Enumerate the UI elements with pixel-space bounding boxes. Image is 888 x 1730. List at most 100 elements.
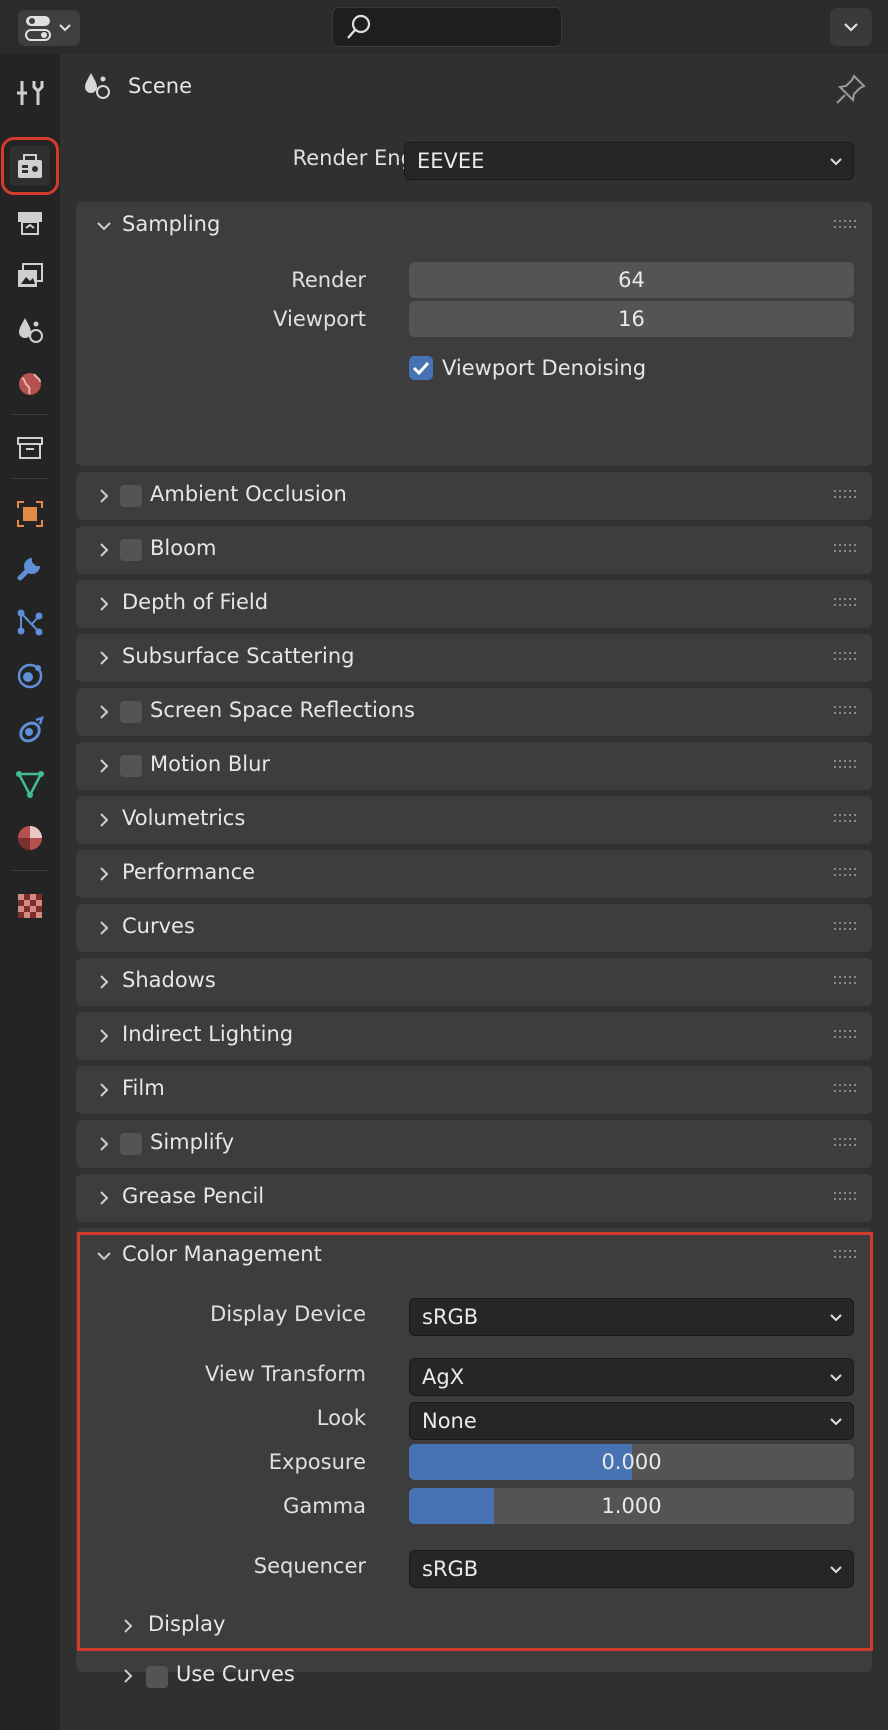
use-curves-subpanel-title[interactable]: Use Curves: [176, 1662, 295, 1686]
panel-title[interactable]: Depth of Field: [122, 590, 268, 614]
tab-scene[interactable]: [10, 310, 50, 350]
panel-title[interactable]: Subsurface Scattering: [122, 644, 355, 668]
tab-particles[interactable]: [10, 602, 50, 642]
drag-grip-icon[interactable]: [834, 976, 856, 986]
viewport-denoising-checkbox[interactable]: [409, 356, 433, 380]
output-printer-icon: [18, 212, 42, 235]
chevron-right-icon[interactable]: [96, 812, 112, 828]
object-icon: [17, 501, 43, 527]
panel-title[interactable]: Simplify: [150, 1130, 234, 1154]
tab-tool[interactable]: [10, 72, 50, 112]
chevron-right-icon[interactable]: [96, 1082, 112, 1098]
viewport-denoising-label[interactable]: Viewport Denoising: [442, 356, 646, 380]
options-dropdown-button[interactable]: [830, 8, 872, 46]
performance-panel[interactable]: Performance: [76, 850, 872, 898]
chevron-right-icon[interactable]: [96, 1028, 112, 1044]
depth-of-field-panel[interactable]: Depth of Field: [76, 580, 872, 628]
panel-title[interactable]: Motion Blur: [150, 752, 270, 776]
panel-title[interactable]: Screen Space Reflections: [150, 698, 415, 722]
drag-grip-icon[interactable]: [834, 490, 856, 500]
tool-icon: [17, 81, 44, 105]
panel-title[interactable]: Curves: [122, 914, 195, 938]
grease-pencil-panel[interactable]: Grease Pencil: [76, 1174, 872, 1222]
subsurface-scattering-panel[interactable]: Subsurface Scattering: [76, 634, 872, 682]
film-panel[interactable]: Film: [76, 1066, 872, 1114]
tab-world[interactable]: [10, 364, 50, 404]
chevron-right-icon[interactable]: [96, 920, 112, 936]
tab-view-layer[interactable]: [10, 256, 50, 296]
indirect-lighting-panel[interactable]: Indirect Lighting: [76, 1012, 872, 1060]
panel-title[interactable]: Volumetrics: [122, 806, 245, 830]
drag-grip-icon[interactable]: [834, 922, 856, 932]
chevron-right-icon[interactable]: [120, 1668, 136, 1684]
render-engine-dropdown[interactable]: EEVEE: [404, 142, 854, 180]
bloom-panel[interactable]: Bloom: [76, 526, 872, 574]
chevron-right-icon[interactable]: [96, 650, 112, 666]
screen-space-reflections-checkbox[interactable]: [120, 701, 142, 723]
screen-space-reflections-panel[interactable]: Screen Space Reflections: [76, 688, 872, 736]
tab-texture[interactable]: [10, 886, 50, 926]
tab-constraints[interactable]: [10, 710, 50, 750]
volumetrics-panel[interactable]: Volumetrics: [76, 796, 872, 844]
chevron-right-icon[interactable]: [96, 704, 112, 720]
motion-blur-panel[interactable]: Motion Blur: [76, 742, 872, 790]
panel-title[interactable]: Film: [122, 1076, 165, 1100]
tab-object[interactable]: [10, 494, 50, 534]
tab-data[interactable]: [10, 764, 50, 804]
panel-title[interactable]: Indirect Lighting: [122, 1022, 293, 1046]
render-samples-field[interactable]: 64: [409, 262, 854, 298]
tab-collection[interactable]: [10, 428, 50, 468]
panel-title[interactable]: Performance: [122, 860, 255, 884]
drag-grip-icon[interactable]: [834, 814, 856, 824]
gamma-value: 1.000: [601, 1494, 662, 1518]
render-samples-label: Render: [291, 268, 366, 292]
drag-grip-icon[interactable]: [834, 1084, 856, 1094]
use-curves-checkbox[interactable]: [146, 1666, 168, 1688]
drag-grip-icon[interactable]: [834, 1138, 856, 1148]
chevron-right-icon[interactable]: [96, 596, 112, 612]
drag-grip-icon[interactable]: [834, 1192, 856, 1202]
editor-type-button[interactable]: [18, 10, 80, 46]
view-layer-icon: [18, 263, 43, 287]
panel-title[interactable]: Shadows: [122, 968, 216, 992]
panel-title[interactable]: Ambient Occlusion: [150, 482, 347, 506]
sampling-panel-title[interactable]: Sampling: [122, 212, 220, 236]
shadows-panel[interactable]: Shadows: [76, 958, 872, 1006]
drag-grip-icon[interactable]: [834, 652, 856, 662]
ambient-occlusion-panel[interactable]: Ambient Occlusion: [76, 472, 872, 520]
simplify-panel[interactable]: Simplify: [76, 1120, 872, 1168]
viewport-samples-label: Viewport: [273, 307, 366, 331]
panel-title[interactable]: Grease Pencil: [122, 1184, 264, 1208]
drag-grip-icon[interactable]: [834, 760, 856, 770]
search-input[interactable]: [332, 7, 562, 47]
chevron-right-icon[interactable]: [96, 866, 112, 882]
render-camera-icon: [18, 154, 42, 178]
simplify-checkbox[interactable]: [120, 1133, 142, 1155]
drag-grip-icon[interactable]: [834, 706, 856, 716]
drag-grip-icon[interactable]: [834, 544, 856, 554]
curves-panel[interactable]: Curves: [76, 904, 872, 952]
drag-grip-icon[interactable]: [834, 220, 856, 230]
tab-physics[interactable]: [10, 656, 50, 696]
panel-title[interactable]: Bloom: [150, 536, 216, 560]
chevron-right-icon[interactable]: [96, 974, 112, 990]
chevron-down-icon[interactable]: [96, 218, 112, 234]
chevron-right-icon[interactable]: [96, 758, 112, 774]
drag-grip-icon[interactable]: [834, 868, 856, 878]
tab-material[interactable]: [10, 818, 50, 858]
viewport-samples-field[interactable]: 16: [409, 301, 854, 337]
tab-separator: [12, 478, 48, 479]
tab-output[interactable]: [10, 202, 50, 242]
drag-grip-icon[interactable]: [834, 1030, 856, 1040]
chevron-right-icon[interactable]: [96, 488, 112, 504]
motion-blur-checkbox[interactable]: [120, 755, 142, 777]
tab-modifiers[interactable]: [10, 548, 50, 588]
ambient-occlusion-checkbox[interactable]: [120, 485, 142, 507]
tab-render[interactable]: [1, 137, 59, 195]
pin-icon[interactable]: [834, 72, 868, 106]
bloom-checkbox[interactable]: [120, 539, 142, 561]
chevron-right-icon[interactable]: [96, 542, 112, 558]
chevron-right-icon[interactable]: [96, 1136, 112, 1152]
drag-grip-icon[interactable]: [834, 598, 856, 608]
chevron-right-icon[interactable]: [96, 1190, 112, 1206]
